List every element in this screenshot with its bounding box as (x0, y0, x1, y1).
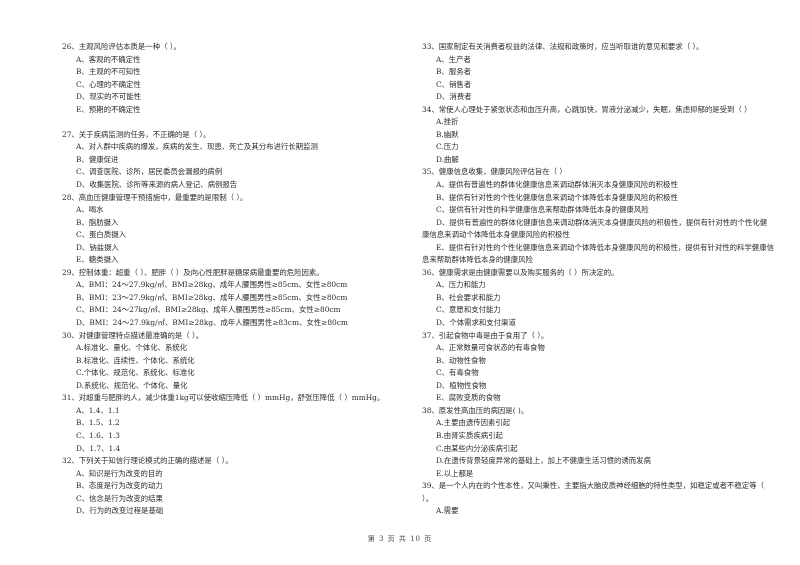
option: C、心理的不确定性 (76, 79, 141, 89)
question-35: 35、健康信息收集，健康风险评估旨在（ ） A、提供有普遍性的群体化健康信息来调… (422, 166, 774, 266)
option: A.主要由遗传因素引起 (436, 418, 511, 428)
option: B、提供有针对性的个性化健康信息来调动个体降低本身健康风险的积极性 (436, 192, 678, 202)
option: A、1.4、1.1 (76, 405, 120, 415)
question-34: 34、常使人心理处于紧张状态和血压升高，心跳加快，胃液分泌减少，失眠，焦虑抑郁的… (422, 104, 774, 167)
question-stem: 39、是一个人内在的个性本性，又叫秉性，主要指大脑皮质神经细胞的特性类型，如稳定… (422, 481, 764, 503)
option: B、脂肪摄入 (76, 217, 119, 227)
question-stem: 27、关于疾病监测的任务，不正确的是（ ）。 (62, 129, 211, 139)
question-stem: 26、主观风险评估本质是一种（ ）。 (62, 42, 181, 51)
question-39: 39、是一个人内在的个性本性，又叫秉性，主要指大脑皮质神经细胞的特性类型，如稳定… (422, 480, 774, 518)
question-32: 32、下列关于知信行理论模式的正确的描述是（ ）。 A、知识是行为改变的目的 B… (62, 455, 407, 518)
option: D、收集医院、诊所等来源的病人登记、病例报告 (76, 180, 238, 190)
question-stem: 31、对超重与肥胖的人，减少体重1kg可以使收缩压降低（ ）mmHg，舒张压降低… (62, 393, 385, 403)
option: E、预期的不确定性 (76, 104, 141, 114)
option: E、提供有针对性的个性化健康信息来调动个体降低本身健康风险的积极性，提供有针对性… (422, 242, 774, 265)
left-column: 26、主观风险评估本质是一种（ ）。 A、客观的不确定性 B、主观的不可知性 C… (62, 41, 407, 518)
question-stem: 32、下列关于知信行理论模式的正确的描述是（ ）。 (62, 456, 233, 466)
option: C、BMI：24～27kg/㎡、BMI≥28kg、成年人腰围男性≥85cm、女性… (76, 305, 341, 315)
option: A、对人群中疾病的爆发，疾病的发生、现患、死亡及其分布进行长期监测 (76, 142, 318, 152)
option: A.标准化、量化、个体化、系统化 (76, 343, 188, 353)
question-38: 38、原发性高血压的病因是( )。 A.主要由遗传因素引起 B.由肾实质疾病引起… (422, 405, 774, 480)
option: C、信念是行为改变的结果 (76, 493, 163, 503)
question-31: 31、对超重与肥胖的人，减少体重1kg可以使收缩压降低（ ）mmHg，舒张压降低… (62, 392, 407, 455)
option: D、行为的改变过程是基础 (76, 506, 164, 516)
option: D.系统化、规范化、个体化、量化 (76, 380, 188, 390)
option: C、销售者 (436, 79, 472, 89)
option: C.由某些内分泌疾病引起 (436, 443, 518, 453)
option: A、喝水 (76, 205, 104, 215)
option: C.个体化、规范化、系统化、标准化 (76, 368, 195, 378)
option: C.压力 (436, 142, 459, 152)
option: B.由肾实质疾病引起 (436, 430, 503, 440)
question-30: 30、对健康管理特点描述最准确的是（ ）。 A.标准化、量化、个体化、系统化 B… (62, 330, 407, 393)
right-column: 33、国家制定有关消费者权益的法律、法规和政策时，应当听取谁的意见和要求（ ）。… (422, 41, 774, 518)
page-indicator: 第 3 页 共 10 页 (367, 535, 433, 543)
question-26: 26、主观风险评估本质是一种（ ）。 A、客观的不确定性 B、主观的不可知性 C… (62, 41, 407, 116)
question-stem: 35、健康信息收集，健康风险评估旨在（ ） (422, 167, 567, 177)
option: A、生产者 (436, 54, 471, 64)
option: A、BMI：24～27.9kg/㎡、BMI≥28kg、成年人腰围男性≥85cm、… (76, 280, 348, 290)
option: B.幽默 (436, 129, 459, 139)
question-33: 33、国家制定有关消费者权益的法律、法规和政策时，应当听取谁的意见和要求（ ）。… (422, 41, 774, 104)
option: A、提供有普遍性的群体化健康信息来调动群体消灭本身健康风险的积极性 (436, 180, 678, 190)
question-stem: 34、常使人心理处于紧张状态和血压升高，心跳加快，胃液分泌减少，失眠，焦虑抑郁的… (422, 104, 752, 114)
option: D、消费者 (436, 92, 472, 102)
option: C、有毒食物 (436, 368, 479, 378)
question-stem: 28、高血压健康管理干预措施中，最重要的是限制（ ）。 (62, 192, 248, 202)
option: B.标准化、连续性、个体化、系统化 (76, 355, 195, 365)
option: D.在遗传背景轻度异常的基础上，加上不健康生活习惯的诱而发病 (436, 456, 651, 466)
question-stem: 29、控制体重：超重（ ）、肥胖（ ）及向心性肥胖是糖尿病最重要的危险因素。 (62, 267, 324, 277)
option: A.挫折 (436, 117, 459, 127)
option: D、植物性食物 (436, 380, 487, 390)
option: C、调查医院、诊所，居民委员会漏报的病例 (76, 167, 223, 177)
question-stem: 30、对健康管理特点描述最准确的是（ ）。 (62, 330, 204, 340)
option: B、服务者 (436, 67, 471, 77)
option: A、正常数量可食状态的有毒食物 (436, 343, 545, 353)
question-37: 37、引起食物中毒是由于食用了（ ）。 A、正常数量可食状态的有毒食物 B、动物… (422, 330, 774, 405)
option: B、1.5、1.2 (76, 418, 120, 428)
option: E.以上都是 (436, 468, 474, 478)
option: B、动物性食物 (436, 355, 486, 365)
option: D、提供有普遍性的群体化健康信息来调动群体消灭本身健康风险的积极性，提供有针对性… (422, 217, 768, 240)
question-stem: 33、国家制定有关消费者权益的法律、法规和政策时，应当听取谁的意见和要求（ ）。 (422, 42, 704, 51)
option: D.曲解 (436, 154, 459, 164)
question-36: 36、健康需求是由健康需要以及购买服务的（ ）所决定的。 A、压力和能力 B、社… (422, 267, 774, 330)
option: E、腐败变质的食物 (436, 393, 501, 403)
option: C、蛋白质摄入 (76, 230, 126, 240)
option: C、1.6、1.3 (76, 430, 120, 440)
question-29: 29、控制体重：超重（ ）、肥胖（ ）及向心性肥胖是糖尿病最重要的危险因素。 A… (62, 267, 407, 330)
question-stem: 38、原发性高血压的病因是( )。 (422, 405, 529, 415)
option: B、BMI：23～27.9kg/㎡、BMI≥28kg、成年人腰围男性≥85cm、… (76, 292, 348, 302)
option: C、意愿和支付能力 (436, 305, 501, 315)
option: D、现实的不可能性 (76, 92, 142, 102)
option: B、态度是行为改变的动力 (76, 481, 163, 491)
option: B、社会要求和能力 (436, 292, 501, 302)
option: A.需要 (436, 506, 459, 516)
option: E、糖类摄入 (76, 255, 119, 265)
question-stem: 36、健康需求是由健康需要以及购买服务的（ ）所决定的。 (422, 267, 619, 277)
option: D、个体需求和支付渠道 (436, 318, 516, 328)
option: D、1.7、1.4 (76, 443, 121, 453)
option: D、BMI：24～27.9kg/㎡、BMI≥28kg、成年人腰围男性≥83cm、… (76, 318, 348, 328)
question-27: 27、关于疾病监测的任务，不正确的是（ ）。 A、对人群中疾病的爆发，疾病的发生… (62, 129, 407, 192)
question-stem: 37、引起食物中毒是由于食用了（ ）。 (422, 330, 549, 340)
option: A、压力和能力 (436, 280, 486, 290)
option: A、知识是行为改变的目的 (76, 468, 163, 478)
option: D、钠盐摄入 (76, 242, 119, 252)
option: B、健康促进 (76, 154, 119, 164)
option: A、客观的不确定性 (76, 54, 141, 64)
option: B、主观的不可知性 (76, 67, 141, 77)
option: C、提供有针对性的科学健康信息来帮助群体降低本身的健康风险 (436, 205, 649, 215)
question-28: 28、高血压健康管理干预措施中，最重要的是限制（ ）。 A、喝水 B、脂肪摄入 … (62, 192, 407, 267)
